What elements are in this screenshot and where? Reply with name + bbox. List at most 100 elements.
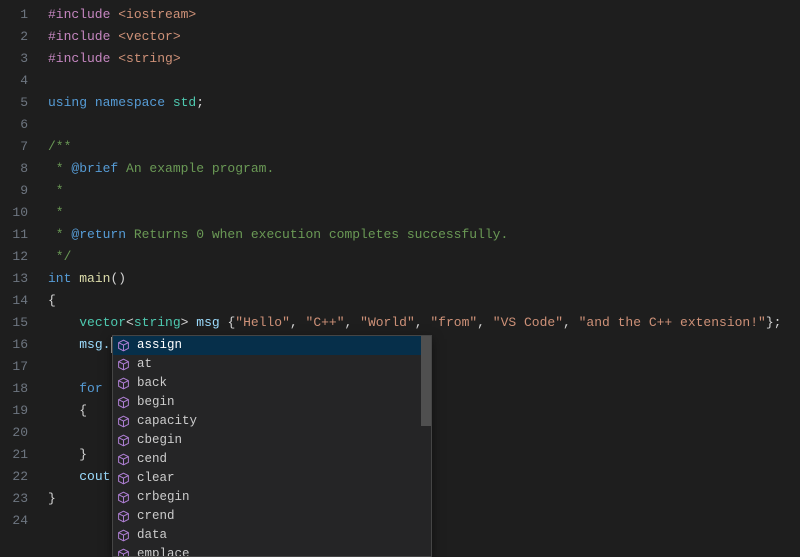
method-icon — [115, 528, 131, 544]
intellisense-popup[interactable]: assign at back begin capacity cbegin cen… — [112, 335, 432, 557]
code-line[interactable]: */ — [48, 246, 800, 268]
doc-comment: * — [48, 183, 64, 198]
line-number: 22 — [0, 466, 28, 488]
code-line[interactable]: * @brief An example program. — [48, 158, 800, 180]
line-number: 4 — [0, 70, 28, 92]
keyword: int — [48, 271, 79, 286]
line-number: 15 — [0, 312, 28, 334]
code-editor[interactable]: 1 2 3 4 5 6 7 8 9 10 11 12 13 14 15 16 1… — [0, 0, 800, 539]
brace: { — [48, 293, 56, 308]
line-number: 19 — [0, 400, 28, 422]
brace: } — [79, 447, 87, 462]
code-line[interactable]: vector<string> msg {"Hello", "C++", "Wor… — [48, 312, 800, 334]
code-line[interactable]: /** — [48, 136, 800, 158]
suggest-label: data — [137, 526, 167, 545]
line-number: 7 — [0, 136, 28, 158]
type: string — [134, 315, 181, 330]
line-number: 16 — [0, 334, 28, 356]
suggest-label: at — [137, 355, 152, 374]
include-target: <string> — [118, 51, 180, 66]
method-icon — [115, 395, 131, 411]
line-number: 5 — [0, 92, 28, 114]
method-icon — [115, 547, 131, 557]
line-number-gutter: 1 2 3 4 5 6 7 8 9 10 11 12 13 14 15 16 1… — [0, 0, 40, 539]
code-line[interactable]: #include <vector> — [48, 26, 800, 48]
line-number: 20 — [0, 422, 28, 444]
line-number: 10 — [0, 202, 28, 224]
suggest-label: assign — [137, 336, 182, 355]
doc-comment: * — [48, 227, 71, 242]
suggest-label: clear — [137, 469, 175, 488]
line-number: 12 — [0, 246, 28, 268]
doc-comment: */ — [48, 249, 71, 264]
method-icon — [115, 452, 131, 468]
suggest-item[interactable]: cend — [113, 450, 431, 469]
code-line[interactable]: * @return Returns 0 when execution compl… — [48, 224, 800, 246]
suggest-item[interactable]: crend — [113, 507, 431, 526]
line-number: 23 — [0, 488, 28, 510]
keyword: using — [48, 95, 95, 110]
code-line[interactable]: { — [48, 290, 800, 312]
line-number: 18 — [0, 378, 28, 400]
suggest-label: crend — [137, 507, 175, 526]
suggest-item[interactable]: back — [113, 374, 431, 393]
line-number: 9 — [0, 180, 28, 202]
code-line[interactable]: * — [48, 180, 800, 202]
doc-comment: * — [48, 161, 71, 176]
suggest-label: crbegin — [137, 488, 190, 507]
code-line[interactable]: #include <string> — [48, 48, 800, 70]
suggest-label: back — [137, 374, 167, 393]
suggest-item[interactable]: begin — [113, 393, 431, 412]
code-line[interactable] — [48, 114, 800, 136]
scrollbar[interactable] — [421, 336, 431, 556]
suggest-label: cbegin — [137, 431, 182, 450]
identifier: msg. — [79, 337, 110, 352]
method-icon — [115, 338, 131, 354]
keyword: namespace — [95, 95, 173, 110]
preprocessor: #include — [48, 29, 118, 44]
suggest-item[interactable]: cbegin — [113, 431, 431, 450]
suggest-label: begin — [137, 393, 175, 412]
keyword: for — [79, 381, 110, 396]
suggest-item[interactable]: crbegin — [113, 488, 431, 507]
preprocessor: #include — [48, 51, 118, 66]
method-icon — [115, 357, 131, 373]
line-number: 6 — [0, 114, 28, 136]
code-line[interactable] — [48, 70, 800, 92]
method-icon — [115, 376, 131, 392]
method-icon — [115, 414, 131, 430]
code-line[interactable]: * — [48, 202, 800, 224]
line-number: 24 — [0, 510, 28, 532]
suggest-item[interactable]: assign — [113, 336, 431, 355]
include-target: <iostream> — [118, 7, 196, 22]
line-number: 3 — [0, 48, 28, 70]
line-number: 8 — [0, 158, 28, 180]
include-target: <vector> — [118, 29, 180, 44]
suggest-item[interactable]: emplace — [113, 545, 431, 556]
method-icon — [115, 509, 131, 525]
method-icon — [115, 433, 131, 449]
code-line[interactable]: int main() — [48, 268, 800, 290]
code-line[interactable]: using namespace std; — [48, 92, 800, 114]
punct: () — [110, 271, 126, 286]
suggest-item[interactable]: clear — [113, 469, 431, 488]
type: vector — [79, 315, 126, 330]
line-number: 13 — [0, 268, 28, 290]
doc-comment: /** — [48, 139, 71, 154]
suggest-label: capacity — [137, 412, 197, 431]
suggest-item[interactable]: capacity — [113, 412, 431, 431]
line-number: 1 — [0, 4, 28, 26]
suggest-item[interactable]: at — [113, 355, 431, 374]
doc-comment: * — [48, 205, 64, 220]
method-icon — [115, 471, 131, 487]
line-number: 17 — [0, 356, 28, 378]
scrollbar-thumb[interactable] — [421, 336, 431, 426]
doc-comment: Returns 0 when execution completes succe… — [126, 227, 508, 242]
brace: } — [48, 491, 56, 506]
line-number: 11 — [0, 224, 28, 246]
function: main — [79, 271, 110, 286]
suggest-item[interactable]: data — [113, 526, 431, 545]
code-line[interactable]: #include <iostream> — [48, 4, 800, 26]
suggest-label: emplace — [137, 545, 190, 556]
method-icon — [115, 490, 131, 506]
